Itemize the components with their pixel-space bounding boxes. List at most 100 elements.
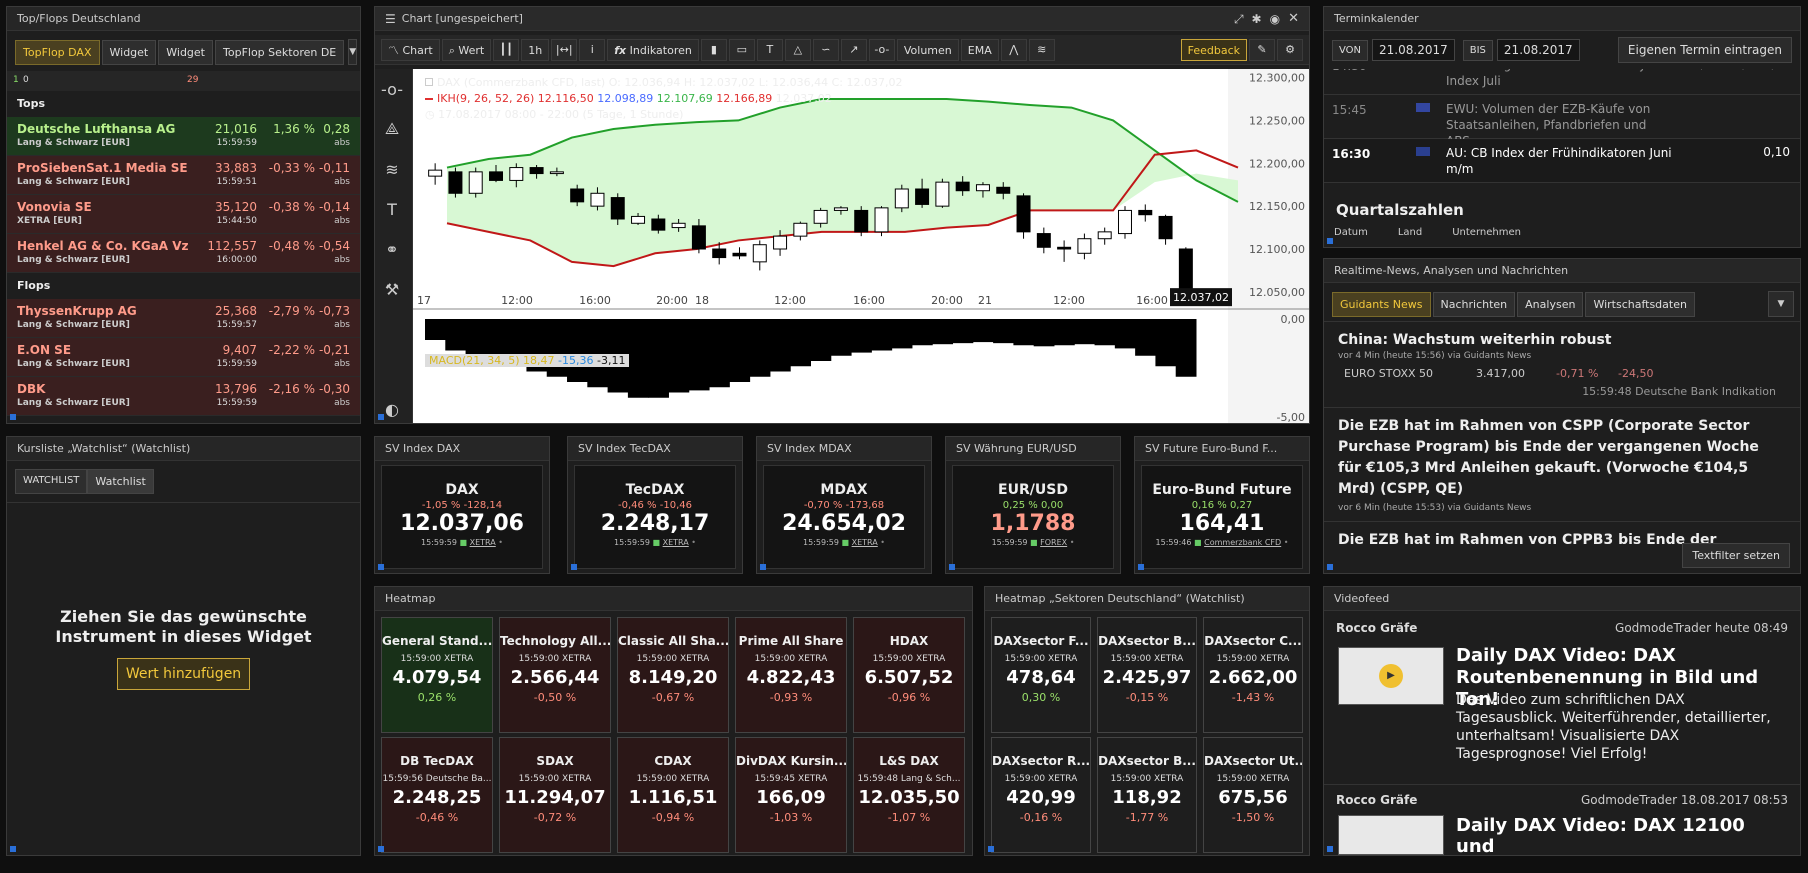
ema-button[interactable]: EMA bbox=[960, 38, 999, 61]
tab-widget-1[interactable]: Widget bbox=[101, 39, 157, 65]
triangle-icon[interactable]: △ bbox=[784, 38, 811, 61]
stock-row[interactable]: Vonovia SE XETRA [EUR] 35,120 -0,38 % -0… bbox=[7, 195, 360, 234]
rectangle-icon[interactable]: ▭ bbox=[728, 38, 755, 61]
resize-handle[interactable] bbox=[988, 846, 994, 852]
stock-row[interactable]: Henkel AG & Co. KGaA Vz Lang & Schwarz [… bbox=[7, 234, 360, 273]
heatmap-tile[interactable]: Classic All Sha... 15:59:00 XETRA 8.149,… bbox=[617, 617, 729, 733]
gear-icon[interactable]: ⚙ bbox=[1277, 38, 1303, 61]
news-item[interactable]: Die EZB hat im Rahmen von CSPP (Corporat… bbox=[1324, 408, 1800, 522]
resize-handle[interactable] bbox=[378, 564, 384, 570]
heatmap-tile[interactable]: HDAX 15:59:00 XETRA 6.507,52 -0,96 % bbox=[853, 617, 965, 733]
pitchfork-icon[interactable]: ⋀ bbox=[1000, 38, 1027, 61]
heatmap-tile[interactable]: DB TecDAX 15:59:56 Deutsche Ba... 2.248,… bbox=[381, 737, 493, 853]
quote-tile[interactable]: Euro-Bund Future 0,16 % 0,27 164,41 15:5… bbox=[1141, 465, 1303, 569]
stock-row[interactable]: DBK Lang & Schwarz [EUR] 13,796 -2,16 % … bbox=[7, 377, 360, 416]
fib-tool-icon[interactable]: ≋ bbox=[375, 149, 409, 189]
range-icon[interactable]: |↔| bbox=[551, 38, 578, 61]
resize-handle[interactable] bbox=[760, 564, 766, 570]
resize-handle[interactable] bbox=[1327, 564, 1333, 570]
text-tool-icon[interactable]: T bbox=[375, 189, 409, 229]
chevron-down-icon[interactable]: ▼ bbox=[1768, 291, 1794, 317]
shapes-icon[interactable]: ⚭ bbox=[375, 229, 409, 269]
heatmap-tile[interactable]: DAXsector F... 15:59:00 XETRA 478,64 0,3… bbox=[991, 617, 1091, 733]
heatmap-tile[interactable]: Prime All Share 15:59:00 XETRA 4.822,43 … bbox=[735, 617, 847, 733]
menu-icon[interactable]: ☰ bbox=[385, 7, 396, 30]
stock-row[interactable]: E.ON SE Lang & Schwarz [EUR] 9,407 -2,22… bbox=[7, 338, 360, 377]
video-item[interactable]: Rocco Gräfe GodmodeTrader heute 08:49 ▶ … bbox=[1324, 611, 1800, 785]
line-tool-icon[interactable]: -o- bbox=[868, 38, 895, 61]
chart-type-button[interactable]: 〽 Chart bbox=[381, 38, 440, 61]
add-instrument-button[interactable]: Wert hinzufügen bbox=[116, 658, 251, 690]
text-icon[interactable]: T bbox=[756, 38, 783, 61]
curve-icon[interactable]: ∽ bbox=[812, 38, 839, 61]
tab-topflop-sektoren[interactable]: TopFlop Sektoren DE bbox=[215, 39, 345, 65]
resize-handle[interactable] bbox=[378, 846, 384, 852]
col-date[interactable]: Datum bbox=[1334, 227, 1368, 238]
info-icon[interactable]: i bbox=[579, 38, 606, 61]
quote-tile[interactable]: TecDAX -0,46 % -10,46 2.248,17 15:59:59 … bbox=[574, 465, 736, 569]
feedback-button[interactable]: Feedback bbox=[1180, 38, 1247, 61]
video-thumbnail[interactable]: ▶ bbox=[1338, 647, 1444, 705]
expand-icon[interactable]: ⤢ bbox=[1234, 7, 1244, 30]
heatmap-tile[interactable]: DAXsector B... 15:59:00 XETRA 118,92 -1,… bbox=[1097, 737, 1197, 853]
resize-handle[interactable] bbox=[1138, 564, 1144, 570]
settings-icon[interactable]: ✱ bbox=[1252, 7, 1262, 30]
tab-topflop-dax[interactable]: TopFlop DAX bbox=[15, 39, 100, 65]
quote-tile[interactable]: MDAX -0,70 % -173,68 24.654,02 15:59:59 … bbox=[763, 465, 925, 569]
heatmap-tile[interactable]: DivDAX Kursin... 15:59:45 XETRA 166,09 -… bbox=[735, 737, 847, 853]
tab-nachrichten[interactable]: Nachrichten bbox=[1432, 291, 1516, 317]
stock-row[interactable]: Deutsche Lufthansa AG Lang & Schwarz [EU… bbox=[7, 117, 360, 156]
calendar-row[interactable]: 14:30 US: Chicago Fed National Activity … bbox=[1324, 69, 1800, 95]
quote-tile[interactable]: DAX -1,05 % -128,14 12.037,06 15:59:59 ■… bbox=[381, 465, 543, 569]
tab-wirtschaftsdaten[interactable]: Wirtschaftsdaten bbox=[1585, 291, 1695, 317]
von-date-input[interactable]: 21.08.2017 bbox=[1372, 39, 1455, 61]
tab-widget-2[interactable]: Widget bbox=[158, 39, 213, 65]
heatmap-tile[interactable]: DAXsector B... 15:59:00 XETRA 2.425,97 -… bbox=[1097, 617, 1197, 733]
candle-icon[interactable]: ┃┃ bbox=[493, 38, 520, 61]
calendar-row[interactable]: 15:45 EWU: Volumen der EZB-Käufe von Sta… bbox=[1324, 95, 1800, 148]
arrow-icon[interactable]: ↗ bbox=[840, 38, 867, 61]
calendar-row[interactable]: 16:30 AU: CB Index der Frühindikatoren J… bbox=[1324, 139, 1800, 183]
col-country[interactable]: Land bbox=[1398, 227, 1422, 238]
add-event-button[interactable]: Eigenen Termin eintragen bbox=[1617, 37, 1792, 63]
close-icon[interactable]: ✕ bbox=[1288, 7, 1299, 30]
tab-watchlist-caps[interactable]: WATCHLIST bbox=[15, 469, 88, 494]
stock-row[interactable]: ProSiebenSat.1 Media SE Lang & Schwarz [… bbox=[7, 156, 360, 195]
col-company[interactable]: Unternehmen bbox=[1452, 227, 1521, 238]
resize-handle[interactable] bbox=[10, 846, 16, 852]
tab-analysen[interactable]: Analysen bbox=[1517, 291, 1584, 317]
heatmap-tile[interactable]: DAXsector R... 15:59:00 XETRA 420,99 -0,… bbox=[991, 737, 1091, 853]
resize-handle[interactable] bbox=[10, 414, 16, 420]
fibonacci-icon[interactable]: ≋ bbox=[1028, 38, 1055, 61]
heatmap-tile[interactable]: CDAX 15:59:00 XETRA 1.116,51 -0,94 % bbox=[617, 737, 729, 853]
volume-button[interactable]: Volumen bbox=[896, 38, 959, 61]
interval-button[interactable]: 1h bbox=[521, 38, 550, 61]
resize-handle[interactable] bbox=[1327, 846, 1333, 852]
play-icon[interactable]: ▶ bbox=[1379, 664, 1403, 688]
target-icon[interactable]: ◉ bbox=[1270, 7, 1280, 30]
resize-handle[interactable] bbox=[378, 414, 384, 420]
video-thumbnail[interactable] bbox=[1338, 815, 1444, 855]
bis-date-input[interactable]: 21.08.2017 bbox=[1496, 39, 1580, 61]
resize-handle[interactable] bbox=[1327, 238, 1333, 244]
heatmap-tile[interactable]: DAXsector Ut... 15:59:00 XETRA 675,56 -1… bbox=[1203, 737, 1303, 853]
chevron-down-icon[interactable]: ▼ bbox=[348, 39, 358, 65]
heatmap-tile[interactable]: Technology All... 15:59:00 XETRA 2.566,4… bbox=[499, 617, 611, 733]
quote-tile[interactable]: EUR/USD 0,25 % 0,00 1,1788 15:59:59 ■ FO… bbox=[952, 465, 1114, 569]
bookmark-icon[interactable]: ▮ bbox=[700, 38, 727, 61]
stock-row[interactable]: ThyssenKrupp AG Lang & Schwarz [EUR] 25,… bbox=[7, 299, 360, 338]
heatmap-tile[interactable]: General Stand... 15:59:00 XETRA 4.079,54… bbox=[381, 617, 493, 733]
tab-watchlist[interactable]: Watchlist bbox=[87, 469, 154, 494]
indicators-button[interactable]: fx Indikatoren bbox=[607, 38, 699, 61]
text-filter-button[interactable]: Textfilter setzen bbox=[1682, 543, 1790, 568]
brush-icon[interactable]: ✎ bbox=[1249, 38, 1275, 61]
tab-guidants-news[interactable]: Guidants News bbox=[1332, 291, 1431, 317]
heatmap-tile[interactable]: DAXsector C... 15:59:00 XETRA 2.662,00 -… bbox=[1203, 617, 1303, 733]
resize-handle[interactable] bbox=[949, 564, 955, 570]
tools-icon[interactable]: ⚒ bbox=[375, 269, 409, 309]
news-item[interactable]: China: Wachstum weiterhin robust vor 4 M… bbox=[1324, 322, 1800, 408]
wert-button[interactable]: ⌕ Wert bbox=[441, 38, 492, 61]
heatmap-tile[interactable]: SDAX 15:59:00 XETRA 11.294,07 -0,72 % bbox=[499, 737, 611, 853]
video-headline[interactable]: Daily DAX Video: DAX 12100 und bbox=[1456, 815, 1788, 855]
resize-handle[interactable] bbox=[571, 564, 577, 570]
